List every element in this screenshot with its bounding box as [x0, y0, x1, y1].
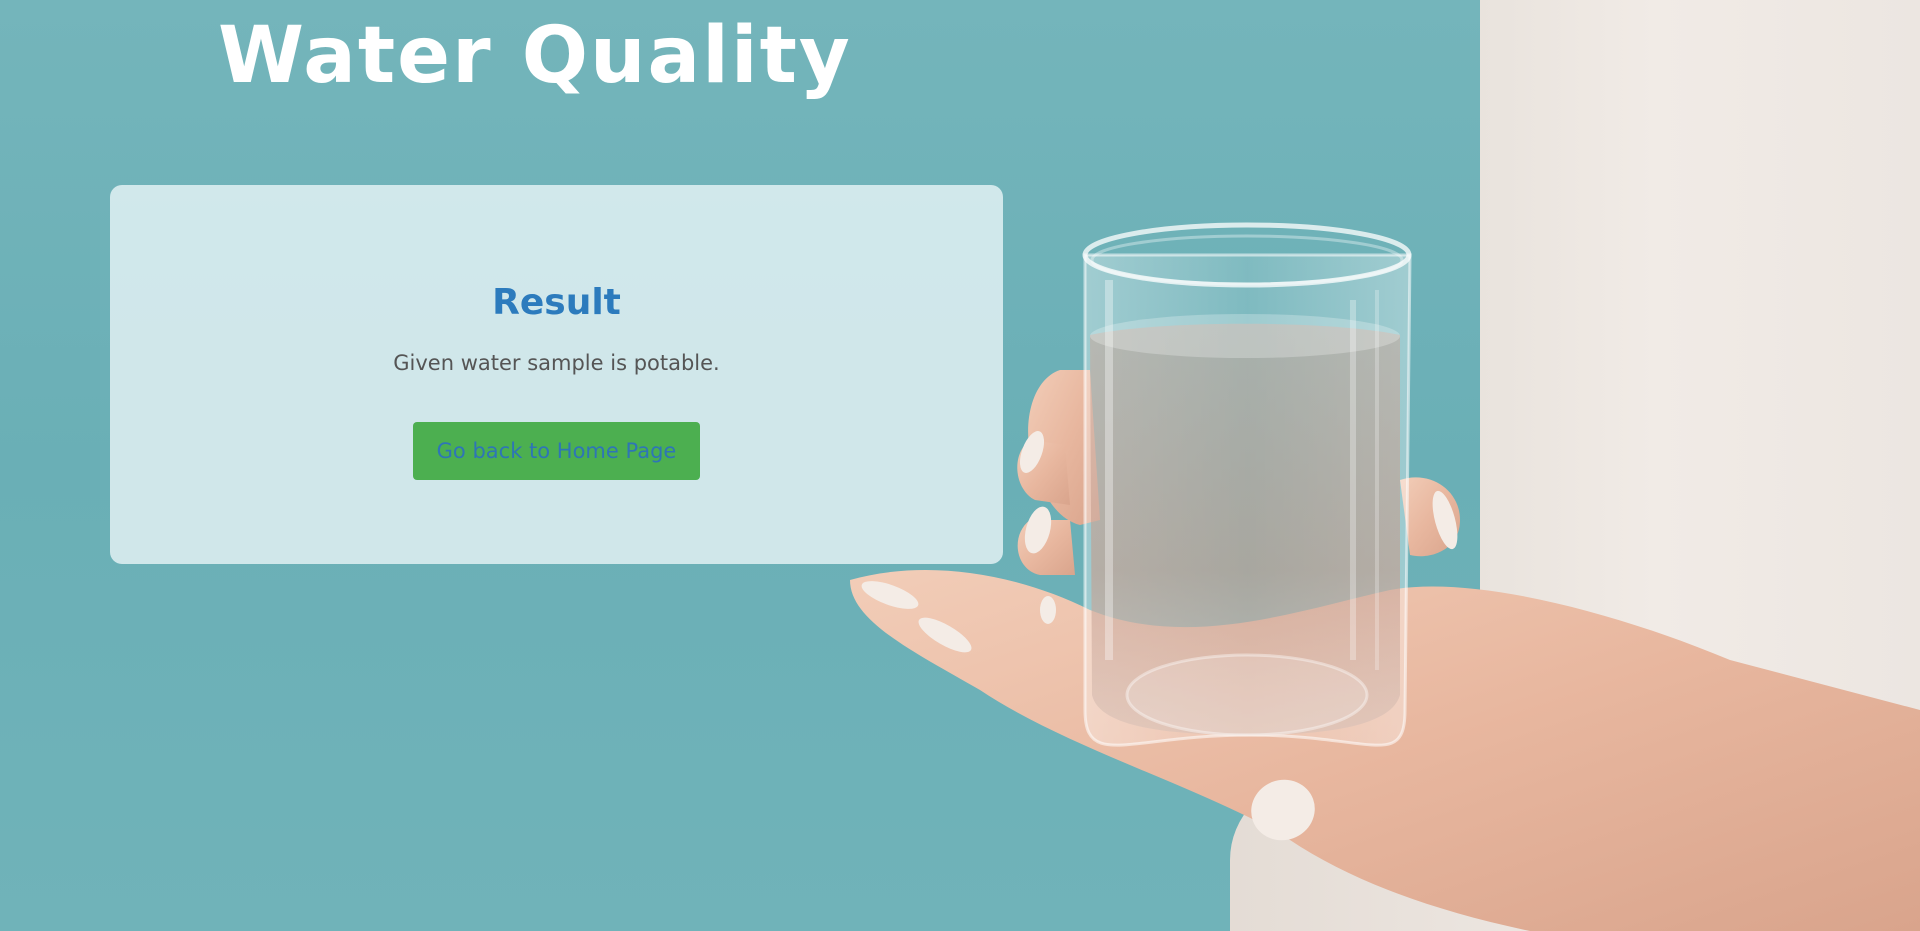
page-title: Water Quality: [218, 11, 852, 101]
result-message: Given water sample is potable.: [393, 351, 720, 376]
go-home-button[interactable]: Go back to Home Page: [412, 422, 701, 481]
result-card: Result Given water sample is potable. Go…: [110, 185, 1003, 564]
result-heading: Result: [492, 282, 621, 323]
page: Water Quality Result Given water sample …: [0, 0, 1920, 931]
